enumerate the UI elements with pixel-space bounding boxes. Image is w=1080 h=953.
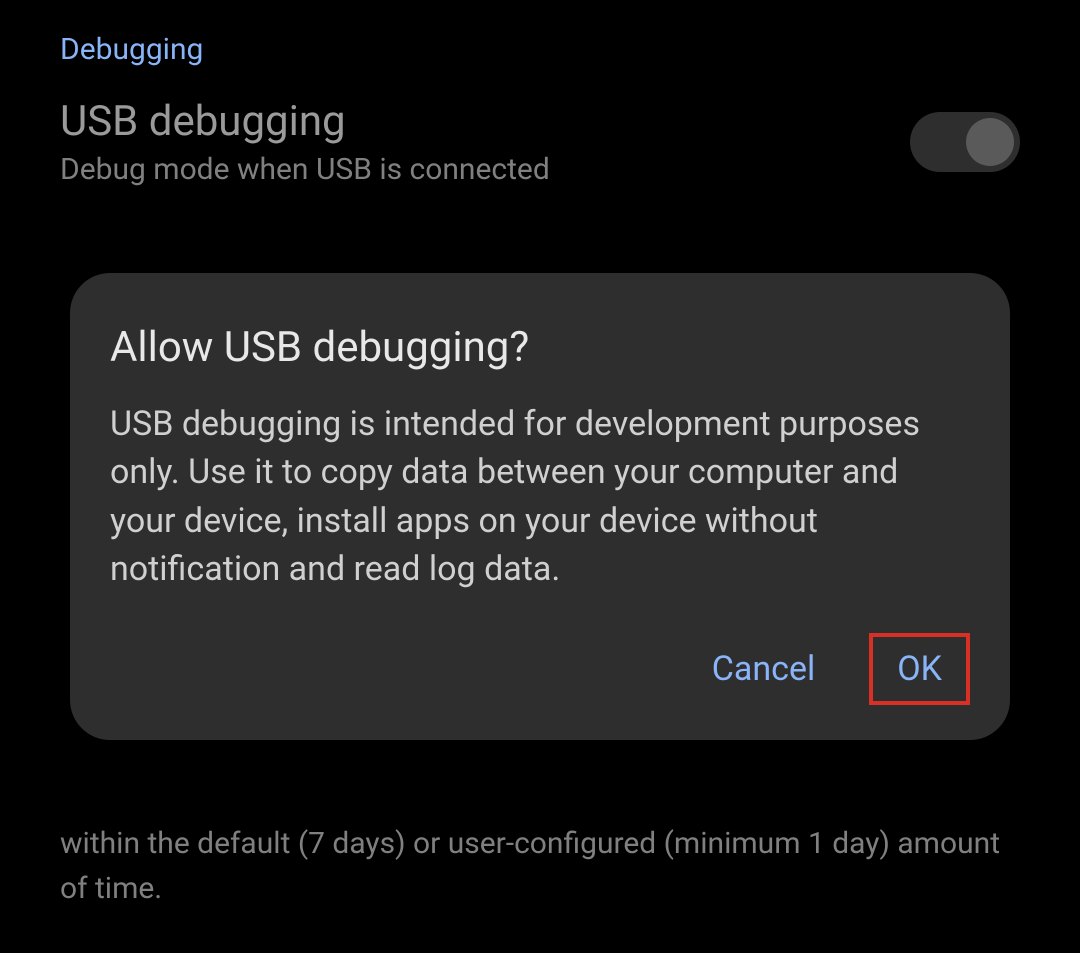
dialog-title: Allow USB debugging? <box>110 323 970 372</box>
toggle-knob <box>966 118 1014 166</box>
setting-usb-debugging[interactable]: USB debugging Debug mode when USB is con… <box>0 67 1080 217</box>
background-partial-text: within the default (7 days) or user-conf… <box>0 821 1080 911</box>
section-header-debugging: Debugging <box>0 0 1080 67</box>
usb-debugging-dialog: Allow USB debugging? USB debugging is in… <box>70 273 1010 740</box>
setting-text: USB debugging Debug mode when USB is con… <box>60 97 910 187</box>
usb-debugging-toggle[interactable] <box>910 112 1020 172</box>
setting-title: USB debugging <box>60 97 910 146</box>
cancel-button[interactable]: Cancel <box>690 633 838 705</box>
dialog-body: USB debugging is intended for developmen… <box>110 400 970 593</box>
ok-button[interactable]: OK <box>869 633 970 705</box>
setting-subtitle: Debug mode when USB is connected <box>60 152 910 187</box>
dialog-buttons: Cancel OK <box>110 633 970 705</box>
